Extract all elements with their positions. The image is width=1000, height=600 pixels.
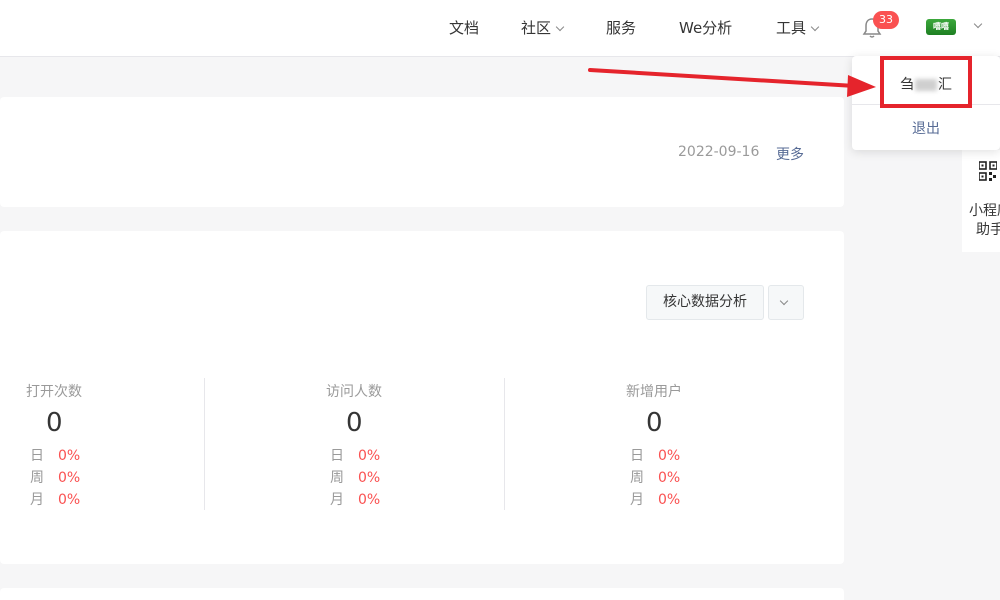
annotation-arrow (588, 68, 876, 97)
